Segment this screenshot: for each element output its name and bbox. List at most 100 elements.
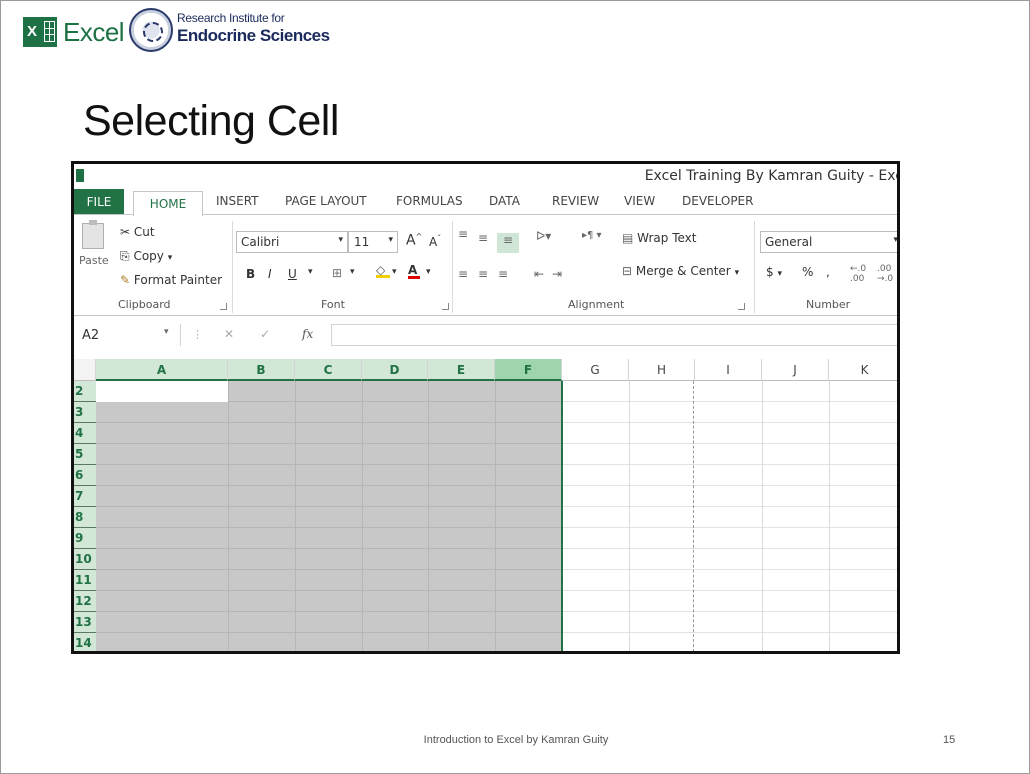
column-header-b[interactable]: B xyxy=(228,359,295,381)
tab-view[interactable]: VIEW xyxy=(624,194,655,208)
column-header-f[interactable]: F xyxy=(495,359,562,381)
tab-insert[interactable]: INSERT xyxy=(216,194,259,208)
format-painter-button[interactable]: ✎ Format Painter xyxy=(120,273,222,287)
divider xyxy=(754,221,755,313)
tab-file[interactable]: FILE xyxy=(74,189,124,215)
page-break-line xyxy=(693,381,694,651)
row-gridline xyxy=(563,485,897,486)
chevron-down-icon: ▾ xyxy=(734,268,740,278)
row-header[interactable]: 3 xyxy=(74,402,96,423)
font-color-icon[interactable]: A xyxy=(408,263,420,279)
currency-button[interactable]: $ ▾ xyxy=(766,265,782,279)
fill-color-icon[interactable]: ◇ xyxy=(376,263,390,278)
row-header[interactable]: 8 xyxy=(74,507,96,528)
formula-input[interactable] xyxy=(331,324,897,346)
row-gridline xyxy=(96,632,561,633)
column-header-k[interactable]: K xyxy=(829,359,897,381)
alignment-launcher-icon[interactable] xyxy=(738,303,745,310)
row-header[interactable]: 12 xyxy=(74,591,96,612)
merge-center-button[interactable]: ⊟ Merge & Center ▾ xyxy=(622,264,739,278)
row-gridline xyxy=(563,548,897,549)
copy-button[interactable]: ⎘ Copy ▾ xyxy=(120,249,172,264)
row-gridline xyxy=(96,548,561,549)
increase-font-icon[interactable]: A^ xyxy=(406,232,422,249)
column-header-j[interactable]: J xyxy=(762,359,829,381)
name-box[interactable]: A2 ▾ xyxy=(74,324,181,346)
decrease-font-icon[interactable]: Aˇ xyxy=(429,234,441,249)
formula-bar: A2 ▾ ⋮ ✕ ✓ fx xyxy=(74,316,897,353)
row-header[interactable]: 6 xyxy=(74,465,96,486)
worksheet-grid[interactable]: A B C D E F G H I J K 2 3 4 5 6 7 8 9 10 xyxy=(74,359,897,651)
row-header[interactable]: 14 xyxy=(74,633,96,651)
align-right-icon[interactable]: ≡ xyxy=(498,267,508,281)
window-title: Excel Training By Kamran Guity - Exc xyxy=(644,168,900,184)
increase-decimal-icon[interactable]: ←.0.00 xyxy=(850,264,866,284)
font-size-select[interactable]: 11 ▾ xyxy=(348,231,398,253)
tab-data[interactable]: DATA xyxy=(489,194,520,208)
row-gridline xyxy=(563,422,897,423)
row-header[interactable]: 11 xyxy=(74,570,96,591)
tab-formulas[interactable]: FORMULAS xyxy=(396,194,463,208)
row-gridline xyxy=(96,443,561,444)
column-header-i[interactable]: I xyxy=(695,359,762,381)
tab-review[interactable]: REVIEW xyxy=(552,194,599,208)
column-header-a[interactable]: A xyxy=(96,359,228,381)
column-header-h[interactable]: H xyxy=(629,359,695,381)
align-top-icon[interactable]: ≡ xyxy=(458,227,468,241)
column-gridline xyxy=(629,381,630,651)
tab-page-layout[interactable]: PAGE LAYOUT xyxy=(285,194,367,208)
cut-label: Cut xyxy=(133,225,155,239)
row-header[interactable]: 9 xyxy=(74,528,96,549)
row-gridline xyxy=(563,443,897,444)
insert-function-icon[interactable]: fx xyxy=(302,327,313,341)
italic-button[interactable]: I xyxy=(268,267,272,281)
row-gridline xyxy=(96,611,561,612)
active-cell-a2[interactable] xyxy=(96,381,228,402)
excel-window-icon xyxy=(76,169,84,182)
font-launcher-icon[interactable] xyxy=(442,303,449,310)
chevron-down-icon: ▾ xyxy=(426,267,431,277)
bold-button[interactable]: B xyxy=(246,267,255,281)
chevron-down-icon: ▾ xyxy=(308,267,313,277)
column-gridline xyxy=(762,381,763,651)
row-header[interactable]: 4 xyxy=(74,423,96,444)
row-header[interactable]: 7 xyxy=(74,486,96,507)
decrease-indent-icon[interactable]: ⇤ xyxy=(534,267,544,281)
text-direction-icon[interactable]: ▸¶ ▾ xyxy=(582,230,602,241)
row-header[interactable]: 2 xyxy=(74,381,96,402)
row-header[interactable]: 10 xyxy=(74,549,96,570)
tab-home[interactable]: HOME xyxy=(133,191,203,216)
merge-center-label: Merge & Center xyxy=(635,264,731,278)
underline-button[interactable]: U xyxy=(288,267,297,281)
paste-button[interactable]: Paste xyxy=(79,254,109,267)
column-header-e[interactable]: E xyxy=(428,359,495,381)
row-gridline xyxy=(563,527,897,528)
row-header[interactable]: 13 xyxy=(74,612,96,633)
wrap-text-button[interactable]: ▤ Wrap Text xyxy=(622,231,697,245)
font-name-select[interactable]: Calibri ▾ xyxy=(236,231,348,253)
align-left-icon[interactable]: ≡ xyxy=(458,267,468,281)
decrease-decimal-icon[interactable]: .00 →.0 xyxy=(877,264,893,284)
column-header-d[interactable]: D xyxy=(362,359,428,381)
percent-button[interactable]: % xyxy=(802,265,813,279)
excel-logo-text: Excel xyxy=(63,16,125,47)
font-size-value: 11 xyxy=(354,235,370,249)
comma-button[interactable]: , xyxy=(826,265,830,279)
column-header-g[interactable]: G xyxy=(562,359,629,381)
clipboard-launcher-icon[interactable] xyxy=(220,303,227,310)
align-middle-icon[interactable]: ≡ xyxy=(478,231,488,245)
column-header-c[interactable]: C xyxy=(295,359,362,381)
align-center-icon[interactable]: ≡ xyxy=(478,267,488,281)
number-format-select[interactable]: General ▾ xyxy=(760,231,897,253)
tab-developer[interactable]: DEVELOPER xyxy=(682,194,753,208)
paste-icon[interactable] xyxy=(82,220,104,249)
align-bottom-icon[interactable]: ≡ xyxy=(497,233,519,253)
cut-button[interactable]: ✂ Cut xyxy=(120,225,155,239)
increase-indent-icon[interactable]: ⇥ xyxy=(552,267,562,281)
select-all-button[interactable] xyxy=(74,359,96,381)
cancel-icon[interactable]: ✕ xyxy=(224,327,234,341)
row-header[interactable]: 5 xyxy=(74,444,96,465)
orientation-icon[interactable]: ᐅ▾ xyxy=(536,229,551,243)
borders-icon[interactable]: ⊞ xyxy=(332,266,342,280)
enter-icon[interactable]: ✓ xyxy=(260,327,270,341)
